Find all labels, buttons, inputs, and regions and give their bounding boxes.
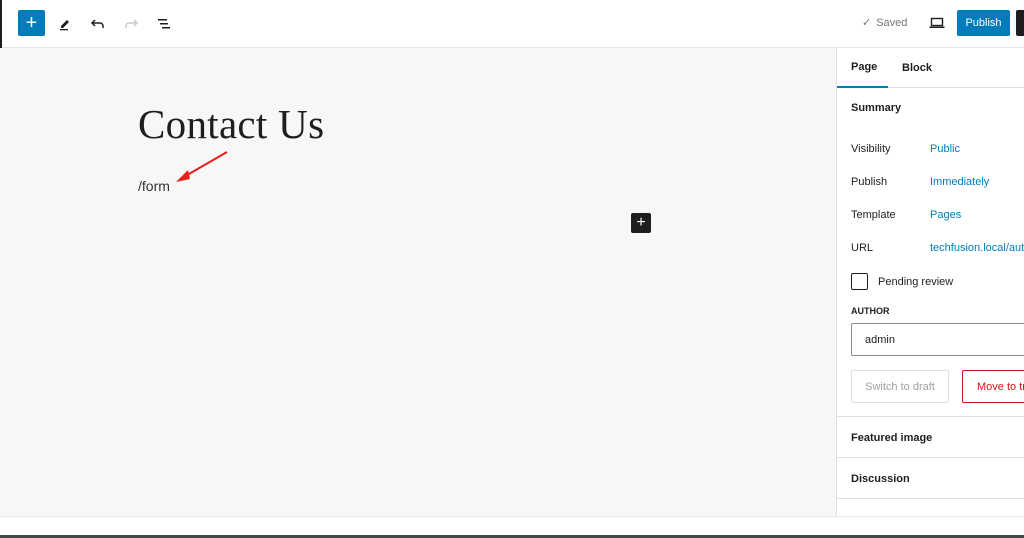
red-arrow-annotation: [176, 151, 228, 182]
publish-label: Publish: [851, 176, 888, 188]
preview-button[interactable]: [926, 12, 948, 34]
author-select[interactable]: admin: [851, 323, 1024, 356]
template-value[interactable]: Pages: [930, 209, 961, 221]
add-block-button[interactable]: +: [631, 213, 651, 233]
summary-panel-toggle[interactable]: Summary: [851, 102, 901, 114]
settings-button[interactable]: [1016, 10, 1024, 36]
url-label: URL: [851, 242, 874, 254]
pending-review-label[interactable]: Pending review: [878, 276, 953, 288]
block-editor: + ✓ Saved Publish Contact Us /form + Pag…: [0, 0, 1024, 538]
template-label: Template: [851, 209, 896, 221]
discussion-panel-toggle[interactable]: Discussion: [851, 473, 910, 485]
settings-sidebar: Page Block Summary Visibility Public Pub…: [836, 48, 1024, 516]
featured-image-panel-toggle[interactable]: Featured image: [851, 432, 932, 444]
url-value[interactable]: techfusion.local/auto: [930, 242, 1024, 254]
tools-button[interactable]: [53, 12, 77, 36]
visibility-value[interactable]: Public: [930, 143, 960, 155]
tab-block[interactable]: Block: [888, 48, 946, 88]
window-edge: [0, 0, 2, 48]
pending-review-checkbox[interactable]: [851, 273, 868, 290]
footer-bar: [0, 516, 1024, 535]
editor-header: + ✓ Saved Publish: [0, 0, 1024, 48]
move-to-trash-button[interactable]: Move to trash: [962, 370, 1024, 403]
plus-icon: +: [25, 12, 38, 34]
divider: [837, 498, 1024, 499]
pencil-icon: [60, 20, 69, 31]
author-label: AUTHOR: [851, 306, 890, 316]
sidebar-tabs: Page Block: [837, 48, 1024, 88]
check-icon: ✓: [862, 17, 872, 29]
saved-status: ✓ Saved: [862, 16, 908, 30]
divider: [837, 416, 1024, 417]
page-title[interactable]: Contact Us: [138, 100, 324, 148]
switch-to-draft-button[interactable]: Switch to draft: [851, 370, 949, 403]
editor-canvas[interactable]: Contact Us /form +: [0, 48, 836, 516]
list-view-icon: [158, 19, 170, 29]
publish-date-value[interactable]: Immediately: [930, 176, 989, 188]
desktop-icon: [929, 17, 945, 28]
plus-icon: +: [636, 214, 646, 231]
tab-page[interactable]: Page: [837, 48, 888, 88]
undo-button[interactable]: [86, 12, 110, 36]
publish-button[interactable]: Publish: [957, 10, 1010, 36]
saved-label: Saved: [876, 16, 908, 29]
block-inserter-button[interactable]: +: [18, 10, 45, 36]
visibility-label: Visibility: [851, 143, 891, 155]
divider: [837, 457, 1024, 458]
author-value: admin: [865, 333, 895, 346]
redo-icon: [125, 19, 139, 28]
list-view-button[interactable]: [152, 12, 176, 36]
undo-icon: [90, 19, 104, 28]
paragraph-block[interactable]: /form: [138, 178, 170, 194]
redo-button[interactable]: [119, 12, 143, 36]
